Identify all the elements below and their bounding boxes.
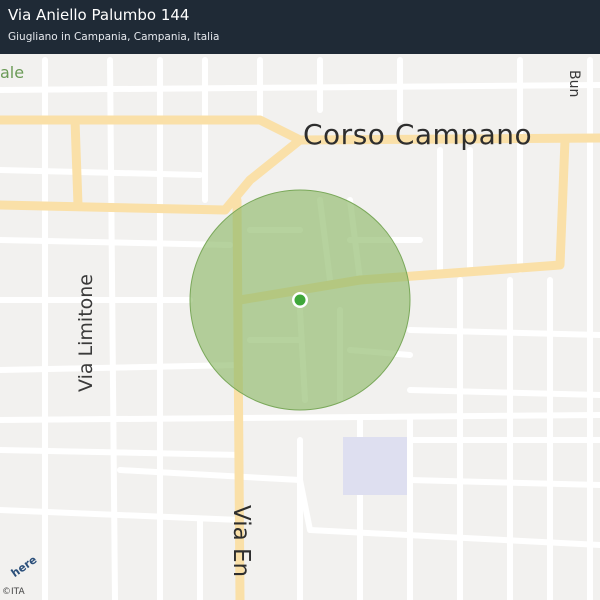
copyright-text: ©ITA — [2, 587, 25, 597]
building-block — [343, 437, 407, 495]
street-label-via-en: Via En — [228, 505, 254, 578]
street-label-via-limitone: Via Limitone — [75, 274, 97, 392]
street-label-right-fragment: Bun — [566, 70, 582, 98]
address-subtitle: Giugliano in Campania, Campania, Italia — [8, 31, 220, 43]
street-label-corso-campano: Corso Campano — [303, 118, 533, 151]
address-header: Via Aniello Palumbo 144 Giugliano in Cam… — [0, 0, 600, 54]
address-title: Via Aniello Palumbo 144 — [8, 6, 190, 24]
location-marker[interactable] — [292, 292, 308, 308]
map-view[interactable]: Corso Campano Via Limitone Via En ale Bu… — [0, 0, 600, 600]
park-label-fragment: ale — [0, 63, 25, 82]
